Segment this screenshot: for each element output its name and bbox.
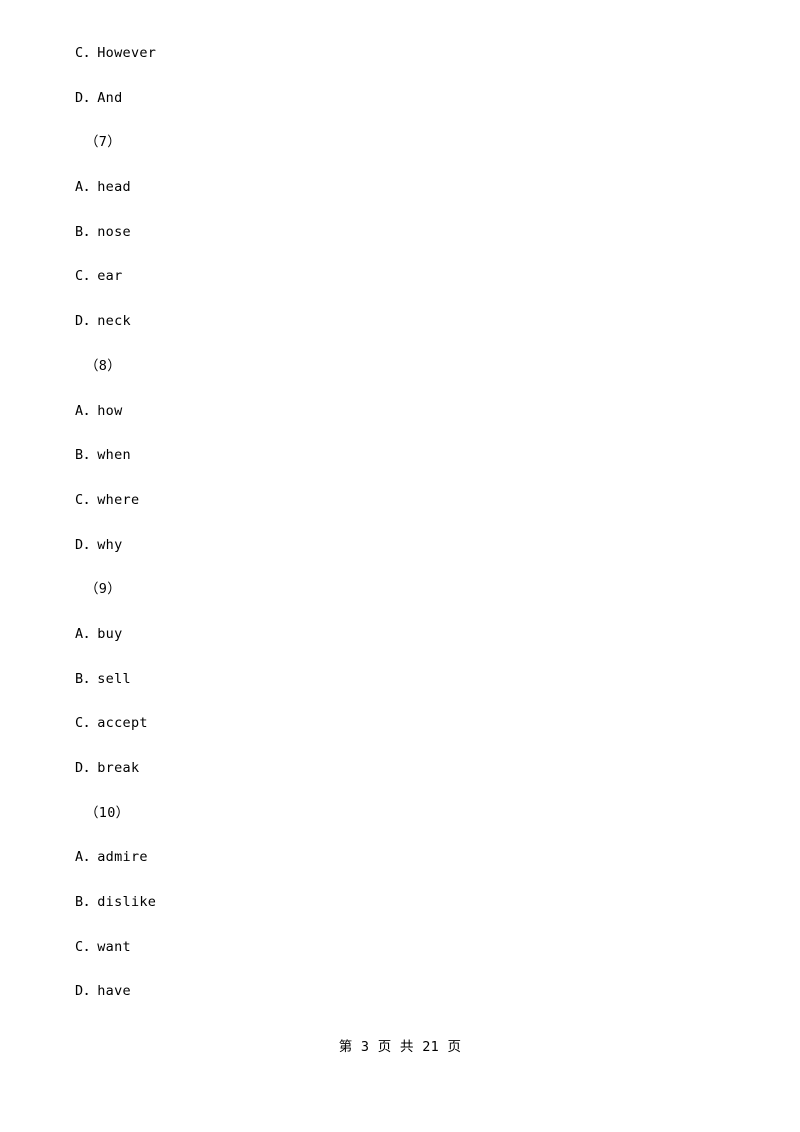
option-line: A．head	[75, 179, 131, 196]
option-line: A．admire	[75, 849, 148, 866]
option-line: D．neck	[75, 313, 131, 330]
question-number: （9）	[85, 581, 122, 598]
option-line: D．why	[75, 536, 123, 553]
option-line: D．And	[75, 89, 123, 106]
option-line: C．ear	[75, 268, 123, 285]
question-number: （7）	[85, 134, 122, 151]
question-number: （8）	[85, 357, 122, 374]
option-line: C．want	[75, 938, 131, 955]
option-line: D．break	[75, 760, 140, 776]
option-line: C．where	[75, 491, 140, 508]
option-line: D．have	[75, 983, 131, 1000]
option-line: A．buy	[75, 625, 123, 642]
question-number: （10）	[85, 804, 130, 821]
option-line: C．accept	[75, 715, 148, 732]
option-line: B．when	[75, 447, 131, 464]
option-line: B．nose	[75, 223, 131, 240]
option-line: A．how	[75, 402, 123, 419]
question-options-list: C．However D．And （7） A．head B．nose C．ear …	[75, 44, 725, 1027]
option-line: C．However	[75, 45, 157, 61]
option-line: B．dislike	[75, 894, 157, 911]
page-footer: 第 3 页 共 21 页	[338, 1039, 462, 1055]
document-page: C．However D．And （7） A．head B．nose C．ear …	[0, 0, 800, 1132]
option-line: B．sell	[75, 670, 131, 687]
